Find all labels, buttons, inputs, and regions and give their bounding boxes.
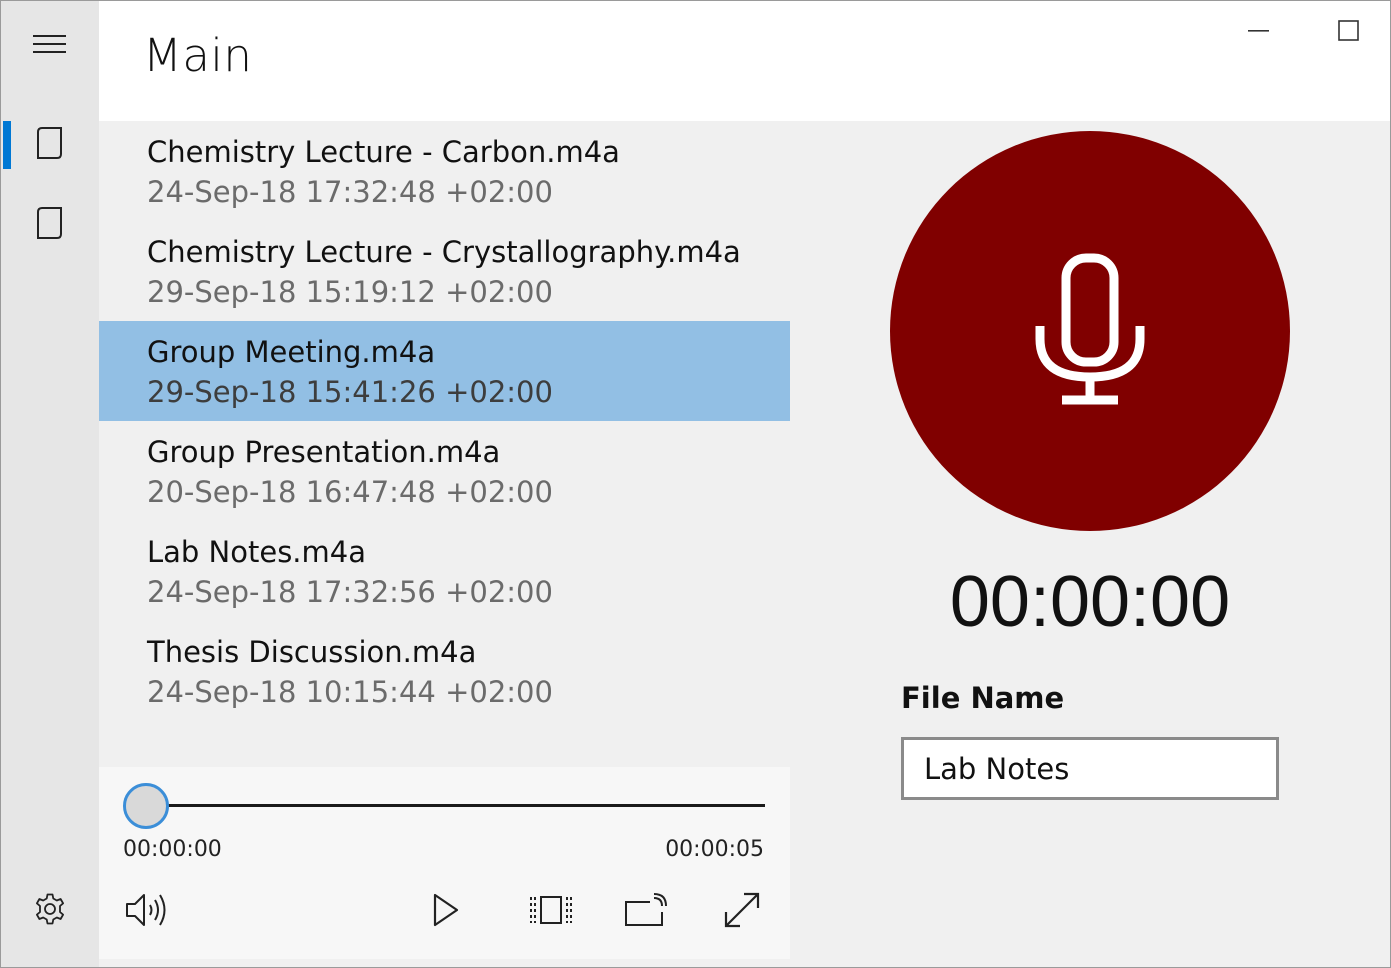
- aspect-ratio-icon: [529, 894, 573, 930]
- page-icon: [36, 206, 64, 244]
- file-name: Thesis Discussion.m4a: [147, 635, 477, 669]
- seek-thumb[interactable]: [123, 783, 169, 829]
- file-name: Chemistry Lecture - Carbon.m4a: [147, 135, 620, 169]
- play-icon: [431, 893, 461, 931]
- recordings-list: Chemistry Lecture - Carbon.m4a 24-Sep-18…: [99, 121, 790, 741]
- file-name: Group Presentation.m4a: [147, 435, 501, 469]
- minimize-icon: [1248, 20, 1270, 46]
- media-player: 00:00:00 00:00:05: [99, 767, 790, 959]
- file-date: 24-Sep-18 17:32:56 +02:00: [147, 575, 553, 609]
- app-window: Main Chemistry Lecture - Carbon.m4a 24-S…: [0, 0, 1391, 968]
- file-date: 24-Sep-18 10:15:44 +02:00: [147, 675, 553, 709]
- page-title: Main: [143, 29, 253, 82]
- list-item[interactable]: Chemistry Lecture - Carbon.m4a 24-Sep-18…: [99, 121, 790, 221]
- file-date: 20-Sep-18 16:47:48 +02:00: [147, 475, 553, 509]
- nav-item-secondary[interactable]: [1, 199, 99, 251]
- list-item[interactable]: Chemistry Lecture - Crystallography.m4a …: [99, 221, 790, 321]
- volume-button[interactable]: [120, 885, 174, 939]
- hamburger-icon: [33, 33, 67, 59]
- time-total: 00:00:05: [665, 837, 764, 862]
- aspect-ratio-button[interactable]: [524, 885, 578, 939]
- file-name-label: File Name: [901, 681, 1065, 715]
- hamburger-menu-button[interactable]: [1, 21, 99, 71]
- settings-button[interactable]: [1, 885, 99, 937]
- file-date: 29-Sep-18 15:41:26 +02:00: [147, 375, 553, 409]
- file-name: Chemistry Lecture - Crystallography.m4a: [147, 235, 741, 269]
- fullscreen-button[interactable]: [715, 885, 769, 939]
- page-icon: [36, 126, 64, 164]
- list-item-selected[interactable]: Group Meeting.m4a 29-Sep-18 15:41:26 +02…: [99, 321, 790, 421]
- maximize-button[interactable]: [1303, 5, 1390, 61]
- microphone-icon: [1035, 253, 1145, 409]
- cast-icon: [624, 892, 668, 932]
- play-button[interactable]: [419, 885, 473, 939]
- nav-rail: [1, 1, 99, 967]
- list-item[interactable]: Thesis Discussion.m4a 24-Sep-18 10:15:44…: [99, 621, 790, 721]
- seek-bar[interactable]: [159, 804, 765, 807]
- cast-button[interactable]: [619, 885, 673, 939]
- record-button[interactable]: [890, 131, 1290, 531]
- recording-timer: 00:00:00: [949, 562, 1231, 642]
- file-date: 24-Sep-18 17:32:48 +02:00: [147, 175, 553, 209]
- list-item[interactable]: Lab Notes.m4a 24-Sep-18 17:32:56 +02:00: [99, 521, 790, 621]
- list-item[interactable]: Group Presentation.m4a 20-Sep-18 16:47:4…: [99, 421, 790, 521]
- minimize-button[interactable]: [1213, 5, 1305, 61]
- file-name: Lab Notes.m4a: [147, 535, 367, 569]
- file-date: 29-Sep-18 15:19:12 +02:00: [147, 275, 553, 309]
- gear-icon: [33, 892, 67, 930]
- time-elapsed: 00:00:00: [123, 837, 222, 862]
- nav-item-recordings[interactable]: [1, 119, 99, 171]
- volume-icon: [124, 891, 170, 933]
- fullscreen-icon: [722, 890, 762, 934]
- maximize-icon: [1338, 20, 1360, 46]
- header: Main: [99, 1, 1390, 121]
- file-name-input[interactable]: [901, 737, 1279, 800]
- file-name: Group Meeting.m4a: [147, 335, 436, 369]
